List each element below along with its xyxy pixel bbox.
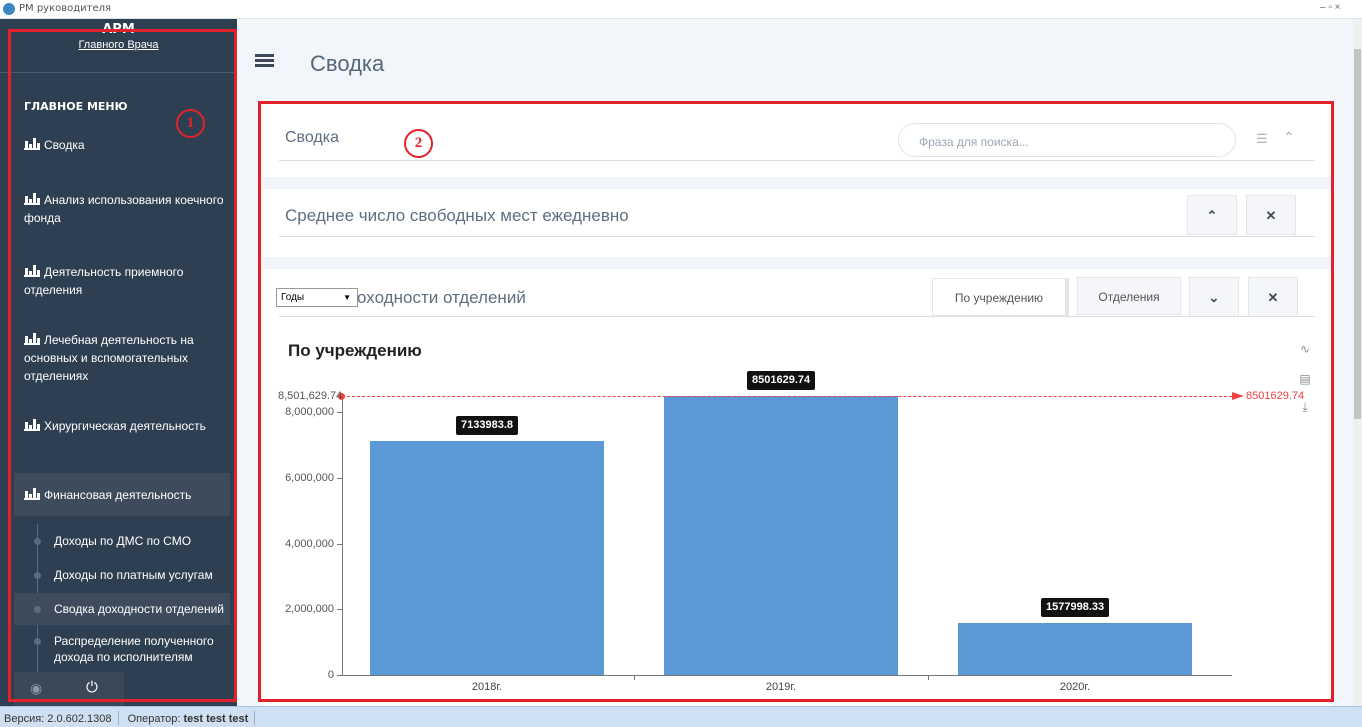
page-title: Сводка — [310, 51, 385, 76]
operator-label: Оператор: — [127, 713, 181, 725]
vertical-scrollbar[interactable] — [1353, 19, 1362, 706]
top-header: Сводка — [237, 19, 1353, 99]
hamburger-menu-icon[interactable] — [255, 54, 274, 68]
version-label: Версия: 2.0.602.1308 — [4, 713, 112, 725]
window-controls[interactable]: – ▫ × — [1320, 2, 1341, 13]
annotation-frame-2 — [258, 101, 1334, 702]
window-title: РМ руководителя — [19, 3, 112, 14]
window-titlebar: РМ руководителя – ▫ × — [0, 0, 1362, 19]
annotation-badge-1: 1 — [176, 109, 205, 138]
app-logo-icon — [3, 3, 15, 15]
status-bar: Версия: 2.0.602.1308 Оператор: test test… — [0, 706, 1362, 727]
scrollbar-thumb[interactable] — [1354, 49, 1361, 419]
annotation-badge-2: 2 — [404, 129, 433, 158]
operator-name: test test test — [183, 713, 249, 725]
